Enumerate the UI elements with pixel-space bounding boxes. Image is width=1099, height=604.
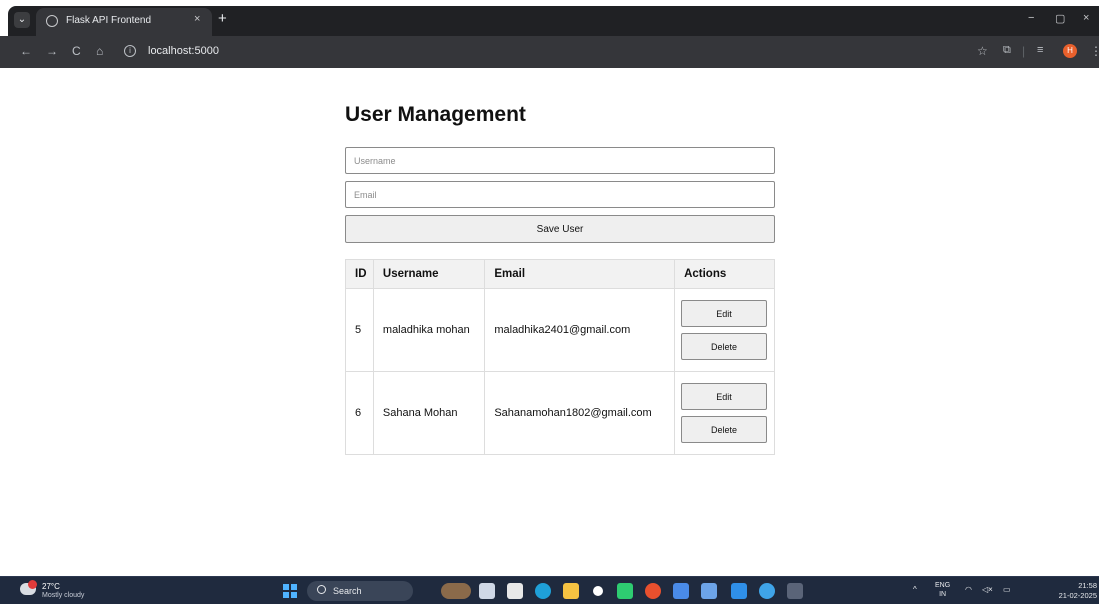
globe-icon [46, 15, 58, 27]
battery-icon[interactable]: ▭ [1003, 585, 1011, 594]
cell-email: Sahanamohan1802@gmail.com [484, 371, 676, 455]
close-window-button[interactable]: × [1083, 12, 1089, 24]
reload-button[interactable]: C [72, 44, 81, 58]
cell-email: maladhika2401@gmail.com [484, 288, 676, 372]
header-username: Username [372, 259, 486, 289]
task-view-icon[interactable] [479, 583, 495, 599]
terminal-icon[interactable] [787, 583, 803, 599]
browser-tab-strip: ⌄ Flask API Frontend × + − ▢ × [0, 0, 1099, 36]
page-title: User Management [345, 103, 526, 126]
windows-taskbar: 27°C Mostly cloudy Search ^ ENG IN ◠ ◁× … [0, 576, 1099, 604]
cell-actions: Edit Delete [674, 371, 775, 455]
users-table: ID Username Email Actions 5 maladhika mo… [345, 259, 775, 455]
address-bar[interactable]: i localhost:5000 [118, 40, 968, 64]
volume-icon[interactable]: ◁× [982, 585, 993, 594]
browser-toolbar: ← → C ⌂ i localhost:5000 ☆ ⧉ | ≡ H ⋮ [0, 36, 1099, 68]
edit-button[interactable]: Edit [681, 300, 768, 327]
tab-title: Flask API Frontend [66, 15, 152, 26]
clock-time: 21:58 [1078, 581, 1097, 590]
file-explorer-icon[interactable] [563, 583, 579, 599]
weather-alert-badge [28, 580, 37, 589]
forward-button[interactable]: → [46, 44, 58, 58]
chevron-up-icon[interactable]: ^ [913, 585, 917, 594]
app-dot-icon[interactable] [593, 586, 603, 596]
cell-username: Sahana Mohan [372, 371, 486, 455]
search-icon [317, 585, 326, 594]
media-icon[interactable]: ≡ [1037, 44, 1043, 56]
minimize-button[interactable]: − [1028, 12, 1034, 24]
toolbar-divider: | [1022, 44, 1026, 58]
tab-strip-background: ⌄ Flask API Frontend × + − ▢ × [8, 6, 1099, 36]
url-text: localhost:5000 [148, 45, 219, 57]
save-user-button[interactable]: Save User [345, 215, 775, 243]
dropdown-icon[interactable]: ⌄ [14, 12, 30, 28]
docker-icon[interactable] [759, 583, 775, 599]
close-tab-icon[interactable]: × [194, 13, 200, 25]
home-button[interactable]: ⌂ [96, 44, 103, 58]
profile-avatar[interactable]: H [1063, 44, 1077, 58]
username-input[interactable] [345, 147, 775, 174]
cell-actions: Edit Delete [674, 288, 775, 372]
page-content: User Management Save User ID Username Em… [0, 68, 1099, 576]
weather-temp: 27°C [42, 582, 60, 591]
wifi-icon[interactable]: ◠ [965, 585, 972, 594]
lang-line2: IN [939, 591, 947, 598]
delete-button[interactable]: Delete [681, 333, 768, 360]
clock-date: 21-02-2025 [1058, 591, 1097, 600]
language-indicator[interactable]: ENG IN [935, 581, 950, 599]
calendar-app-icon[interactable] [507, 583, 523, 599]
header-actions: Actions [674, 259, 775, 289]
screen: ⌄ Flask API Frontend × + − ▢ × ← → C ⌂ i… [0, 0, 1099, 604]
email-input[interactable] [345, 181, 775, 208]
app-grid-icon[interactable] [617, 583, 633, 599]
search-label: Search [333, 586, 362, 596]
vscode-icon[interactable] [731, 583, 747, 599]
windows-start-icon[interactable] [283, 584, 297, 598]
new-tab-button[interactable]: + [218, 10, 227, 27]
lang-line1: ENG [935, 582, 951, 589]
notepad-icon[interactable] [701, 583, 717, 599]
star-icon[interactable]: ☆ [977, 44, 988, 58]
table-row: 5 maladhika mohan maladhika2401@gmail.co… [345, 288, 775, 372]
maximize-button[interactable]: ▢ [1055, 12, 1065, 25]
table-row: 6 Sahana Mohan Sahanamohan1802@gmail.com… [345, 371, 775, 455]
delete-button[interactable]: Delete [681, 416, 768, 443]
cell-id: 6 [345, 371, 374, 455]
edge-browser-icon[interactable] [535, 583, 551, 599]
browser-tab[interactable]: Flask API Frontend × [36, 8, 212, 36]
edit-button[interactable]: Edit [681, 383, 768, 410]
chrome-icon[interactable] [645, 583, 661, 599]
extensions-icon[interactable]: ⧉ [1003, 44, 1011, 57]
clock[interactable]: 21:58 21-02-2025 [1045, 581, 1097, 601]
header-email: Email [484, 259, 676, 289]
back-button[interactable]: ← [20, 44, 32, 58]
header-id: ID [345, 259, 374, 289]
weather-desc: Mostly cloudy [42, 592, 85, 599]
widgets-icon[interactable] [441, 583, 471, 599]
menu-icon[interactable]: ⋮ [1090, 44, 1099, 58]
info-icon[interactable]: i [124, 45, 136, 57]
taskbar-search[interactable]: Search [307, 581, 413, 601]
table-header-row: ID Username Email Actions [345, 259, 775, 289]
app-icon[interactable] [673, 583, 689, 599]
cell-id: 5 [345, 288, 374, 372]
cell-username: maladhika mohan [372, 288, 486, 372]
